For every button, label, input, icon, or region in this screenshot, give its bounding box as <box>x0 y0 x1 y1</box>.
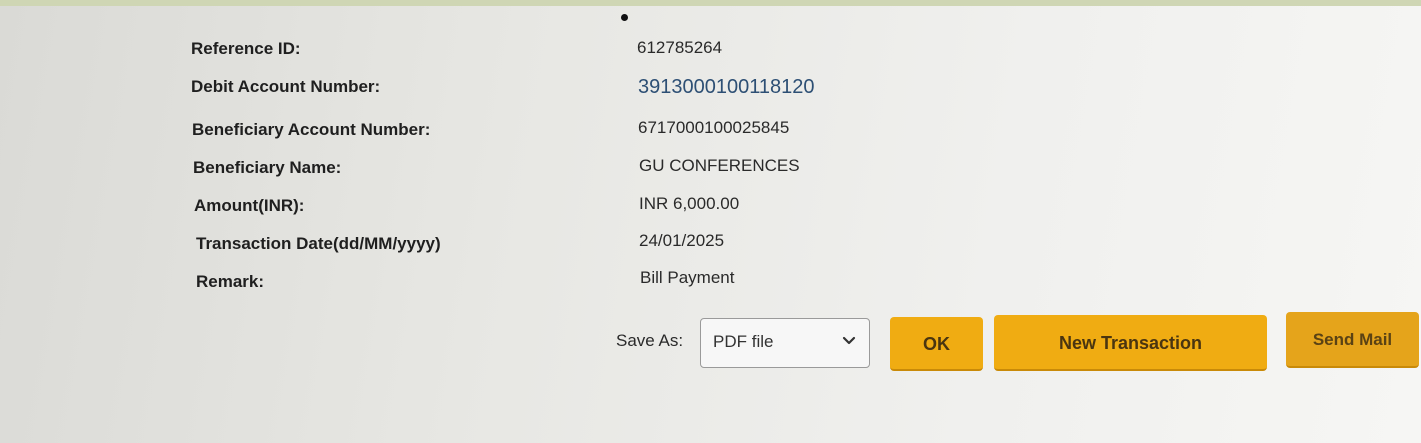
save-as-selected-value: PDF file <box>713 332 774 351</box>
detail-value: Bill Payment <box>640 268 735 287</box>
send-mail-button-label: Send Mail <box>1312 330 1393 349</box>
detail-value: 6717000100025845 <box>638 118 790 137</box>
screen-dot <box>621 14 628 21</box>
detail-value: 24/01/2025 <box>639 231 725 250</box>
detail-label: Debit Account Number: <box>191 77 381 96</box>
save-as-label: Save As: <box>616 331 684 350</box>
detail-label: Transaction Date(dd/MM/yyyy) <box>196 234 441 253</box>
detail-label: Beneficiary Account Number: <box>192 120 431 139</box>
detail-value: INR 6,000.00 <box>639 194 740 213</box>
new-transaction-button-label: New Transaction <box>1058 333 1203 353</box>
top-strip <box>0 0 1421 6</box>
new-transaction-button[interactable]: New Transaction <box>994 315 1267 371</box>
ok-button-label: OK <box>923 334 950 354</box>
detail-value: GU CONFERENCES <box>639 156 800 175</box>
detail-label: Reference ID: <box>191 39 301 58</box>
send-mail-button[interactable]: Send Mail <box>1286 312 1419 368</box>
debit-account-link[interactable]: 3913000100118120 <box>638 76 814 99</box>
save-as-select[interactable]: PDF file <box>700 318 870 368</box>
detail-label: Remark: <box>196 272 265 291</box>
detail-value: 612785264 <box>637 38 723 57</box>
chevron-down-icon <box>841 333 857 349</box>
detail-label: Beneficiary Name: <box>193 158 342 177</box>
detail-label: Amount(INR): <box>194 196 305 215</box>
ok-button[interactable]: OK <box>890 317 983 371</box>
